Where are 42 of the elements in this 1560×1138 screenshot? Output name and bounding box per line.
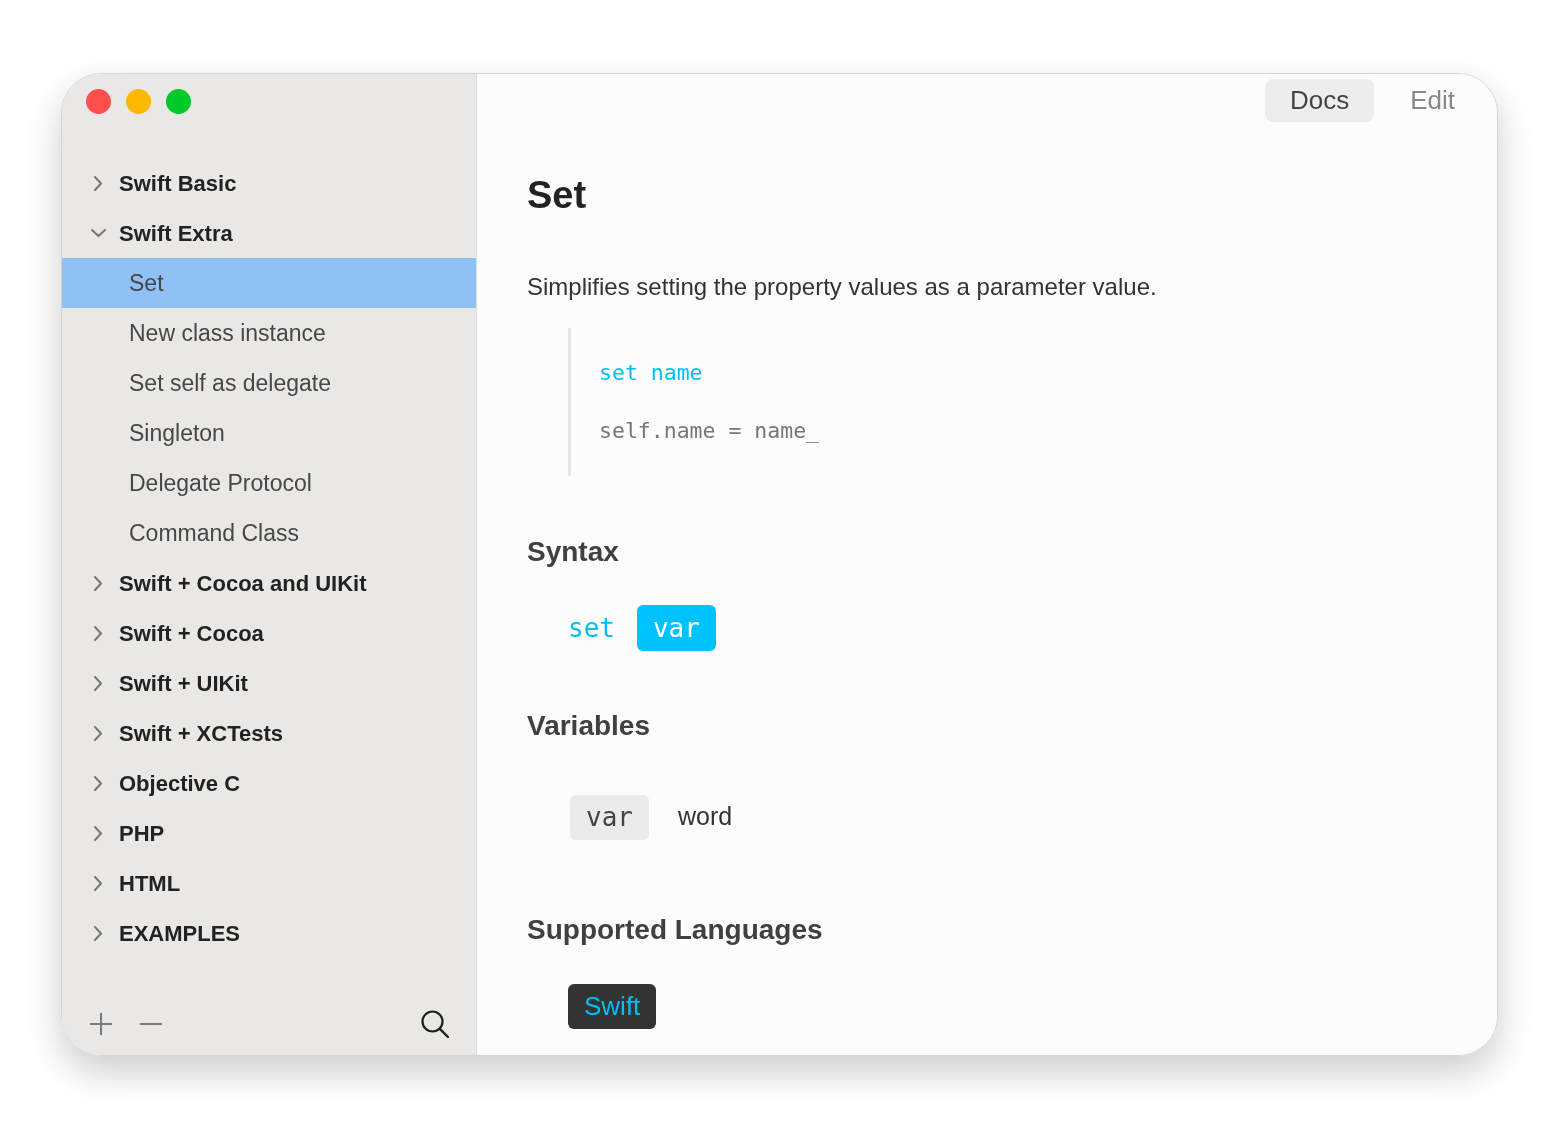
sidebar-group[interactable]: Swift + Cocoa [62, 608, 476, 658]
chevron-right-icon[interactable] [94, 825, 102, 841]
code-line: set name [599, 359, 704, 387]
sidebar-group[interactable]: HTML [62, 858, 476, 908]
chevron-right-icon[interactable] [94, 575, 102, 591]
chevron-right-icon[interactable] [94, 625, 102, 641]
placeholder-token: var [636, 605, 716, 651]
sidebar-group[interactable]: PHP [62, 808, 476, 858]
chevron-right-icon[interactable] [94, 175, 102, 191]
plus-icon[interactable] [90, 1013, 112, 1035]
language-tag: Swift [568, 983, 657, 1029]
description-text: Simplifies setting the property values as a parameter value. [527, 272, 1157, 302]
document-title: Set [527, 173, 587, 218]
sidebar-group[interactable]: Swift + Cocoa and UIKit [62, 558, 476, 608]
window-close-icon[interactable] [86, 89, 111, 114]
search-icon[interactable] [421, 1010, 449, 1038]
sidebar-item[interactable]: Delegate Protocol [62, 458, 476, 508]
sidebar-item[interactable]: Set self as delegate [62, 358, 476, 408]
chevron-down-icon[interactable] [90, 229, 106, 237]
variable-token: var [570, 794, 649, 840]
chevron-right-icon[interactable] [94, 775, 102, 791]
variable-description: word [677, 801, 733, 833]
sidebar-item[interactable]: Command Class [62, 508, 476, 558]
sidebar-group[interactable]: Swift + XCTests [62, 708, 476, 758]
section-heading: Supported Languages [527, 913, 823, 947]
sidebar-item[interactable]: New class instance [62, 308, 476, 358]
sidebar-group[interactable]: Swift + UIKit [62, 658, 476, 708]
tab[interactable]: Docs [1264, 79, 1375, 122]
section-heading: Syntax [527, 535, 619, 569]
code-line: self.name = name_ [599, 417, 820, 445]
chevron-right-icon[interactable] [94, 875, 102, 891]
sidebar-group[interactable]: EXAMPLES [62, 908, 476, 958]
sidebar-item[interactable]: Singleton [62, 408, 476, 458]
syntax-keyword: set [568, 612, 615, 645]
sidebar-item[interactable]: Set [62, 258, 476, 308]
sidebar-group[interactable]: Swift Extra [62, 208, 476, 258]
chevron-right-icon[interactable] [94, 675, 102, 691]
section-heading: Variables [527, 709, 650, 743]
sidebar-group[interactable]: Objective C [62, 758, 476, 808]
sidebar-group[interactable]: Swift Basic [62, 158, 476, 208]
chevron-right-icon[interactable] [94, 725, 102, 741]
chevron-right-icon[interactable] [94, 925, 102, 941]
